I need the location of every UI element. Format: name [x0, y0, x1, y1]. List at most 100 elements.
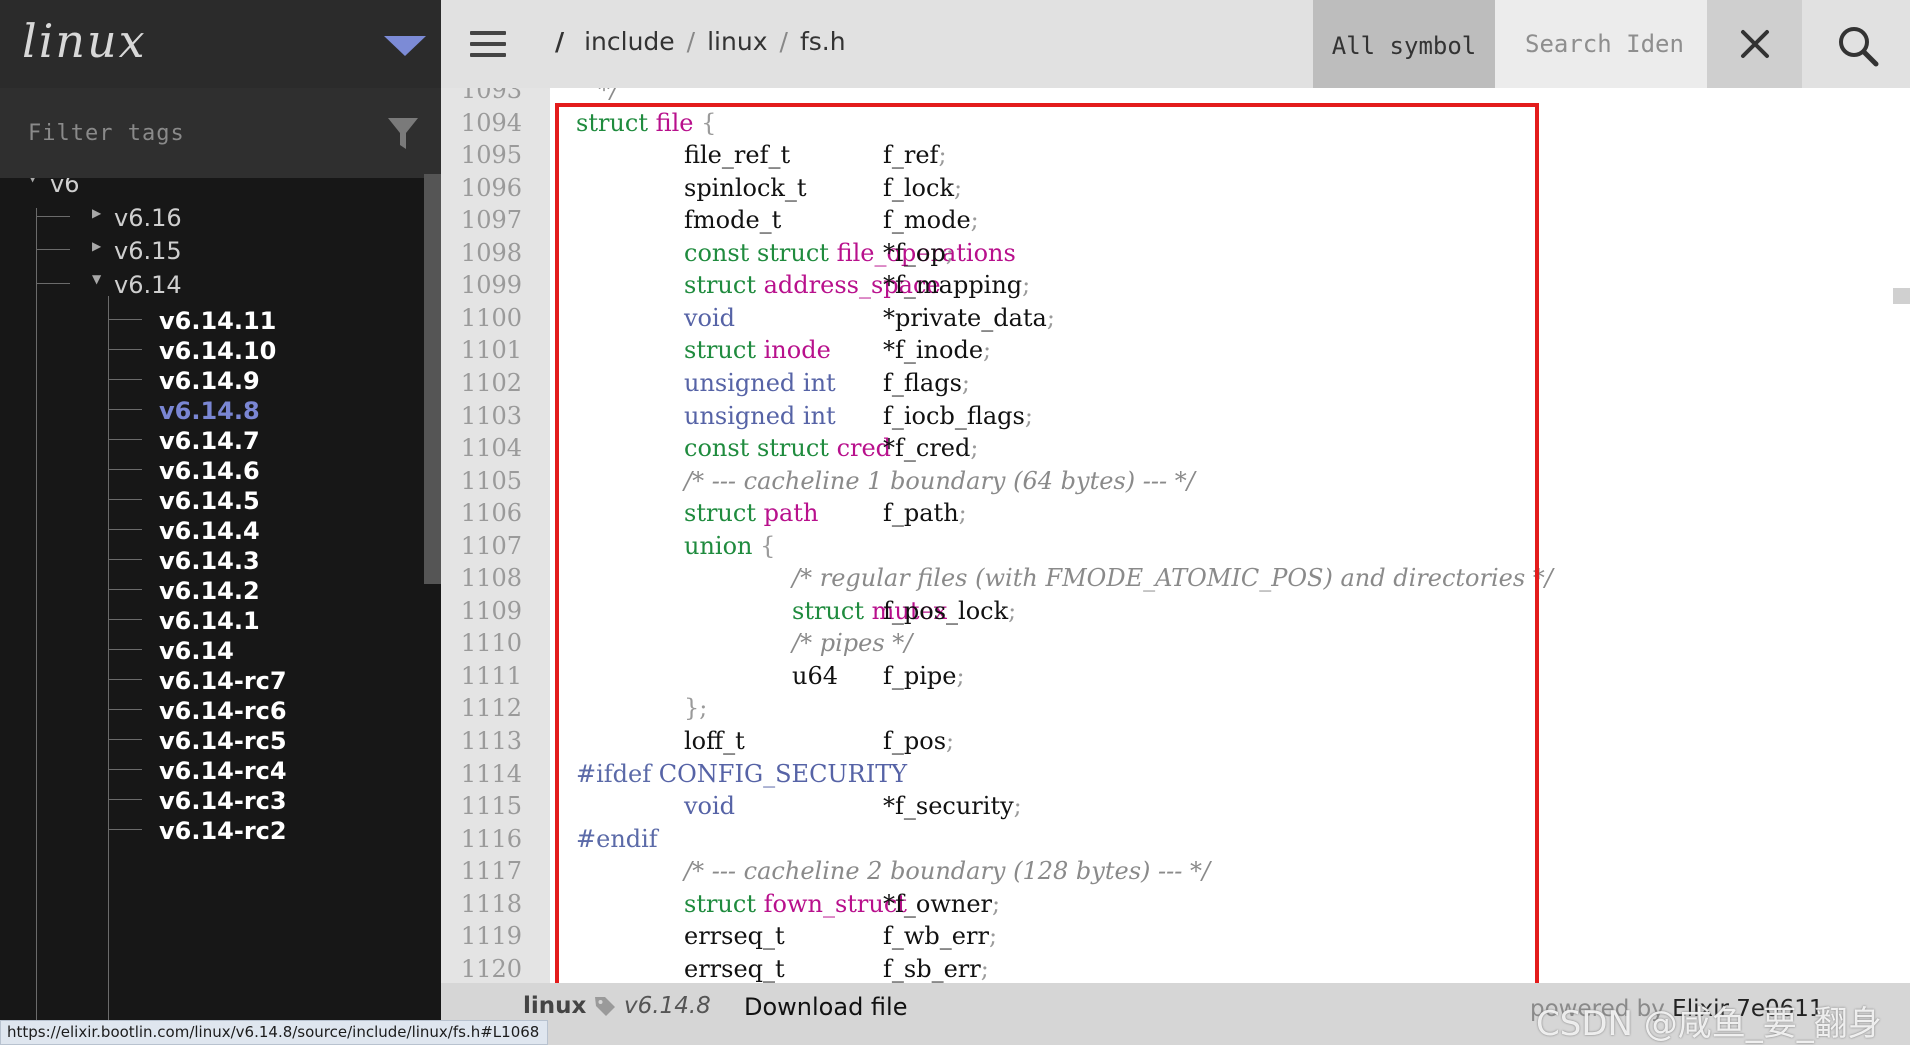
breadcrumb-item[interactable]: fs.h — [800, 27, 846, 56]
line-number[interactable]: 1116 — [441, 823, 522, 855]
line-number[interactable]: 1093 — [441, 88, 522, 106]
code-scrollbar-thumb[interactable] — [1893, 288, 1910, 304]
line-number[interactable]: 1095 — [441, 139, 522, 171]
tree-node-version[interactable]: v6.14.11 — [159, 309, 276, 333]
tree-node-version[interactable]: v6.14.9 — [159, 369, 260, 393]
tree-node-version[interactable]: v6.14-rc5 — [159, 729, 287, 753]
tree-node-version[interactable]: v6.14.1 — [159, 609, 260, 633]
code-line: 1118 struct fown_struct *f_owner; — [441, 888, 1893, 920]
line-number[interactable]: 1117 — [441, 855, 522, 887]
line-number[interactable]: 1105 — [441, 465, 522, 497]
expanded-caret-icon[interactable]: ▼ — [92, 272, 101, 286]
project-logo[interactable]: linux — [22, 14, 147, 68]
line-number[interactable]: 1101 — [441, 334, 522, 366]
tree-node-version[interactable]: v6.14.8 — [159, 399, 260, 423]
line-number[interactable]: 1103 — [441, 400, 522, 432]
line-number[interactable]: 1108 — [441, 562, 522, 594]
code-type: spinlock_t — [684, 173, 807, 202]
clear-search-button[interactable] — [1707, 0, 1802, 88]
tree-node-version[interactable]: v6.14.10 — [159, 339, 276, 363]
breadcrumb-item[interactable]: include — [584, 27, 675, 56]
filter-tags-input[interactable] — [0, 88, 370, 178]
field-identifier: *f_owner — [883, 889, 993, 918]
expanded-caret-icon[interactable]: ▼ — [28, 178, 37, 184]
line-number[interactable]: 1119 — [441, 920, 522, 952]
collapsed-caret-icon[interactable]: ▶ — [92, 206, 101, 220]
tree-node-version[interactable]: v6.14-rc4 — [159, 759, 287, 783]
sidebar-scrollbar-thumb[interactable] — [424, 174, 441, 584]
tree-node-version[interactable]: v6.14.7 — [159, 429, 260, 453]
tree-node-group[interactable]: v6.15 — [114, 239, 182, 263]
line-number[interactable]: 1106 — [441, 497, 522, 529]
line-number[interactable]: 1114 — [441, 758, 522, 790]
tree-node-version[interactable]: v6.14-rc2 — [159, 819, 287, 843]
hamburger-menu-icon[interactable] — [470, 31, 506, 57]
line-number[interactable]: 1100 — [441, 302, 522, 334]
line-number[interactable]: 1112 — [441, 692, 522, 724]
download-file-link[interactable]: Download file — [744, 993, 907, 1021]
tree-node-version[interactable]: v6.14-rc6 — [159, 699, 287, 723]
line-number[interactable]: 1109 — [441, 595, 522, 627]
field-identifier: f_sb_err — [883, 954, 981, 983]
code-identifier-link[interactable]: path — [764, 499, 819, 527]
code-keyword: union — [684, 531, 753, 560]
struct-field-name: f_sb_err; — [883, 954, 989, 983]
code-identifier-link[interactable]: inode — [764, 336, 831, 364]
tree-node-version[interactable]: v6.14-rc3 — [159, 789, 287, 813]
line-number[interactable]: 1107 — [441, 530, 522, 562]
breadcrumb-item[interactable]: linux — [707, 27, 767, 56]
code-text: /* --- cacheline 2 boundary (128 bytes) … — [684, 855, 1210, 887]
tree-node-version[interactable]: v6.14.3 — [159, 549, 260, 573]
search-button[interactable] — [1802, 0, 1910, 88]
tree-node-version[interactable]: v6.14.2 — [159, 579, 260, 603]
code-text: const struct cred — [684, 432, 891, 464]
search-type-select[interactable]: All symbol — [1313, 0, 1495, 88]
tree-node-group[interactable]: v6.16 — [114, 206, 182, 230]
line-number[interactable]: 1099 — [441, 269, 522, 301]
code-line: 1094 struct file { — [441, 107, 1893, 139]
tree-node-v6[interactable]: v6 — [50, 178, 79, 196]
filter-tags-row — [0, 88, 441, 178]
field-identifier: *f_security — [883, 792, 1014, 821]
tree-node-version[interactable]: v6.14-rc7 — [159, 669, 287, 693]
line-number[interactable]: 1102 — [441, 367, 522, 399]
line-number[interactable]: 1097 — [441, 204, 522, 236]
code-text: /* regular files (with FMODE_ATOMIC_POS)… — [792, 562, 1553, 594]
code-builtin-type: void — [684, 792, 736, 821]
breadcrumb-root[interactable]: / — [555, 27, 564, 56]
search-identifier-input[interactable] — [1495, 0, 1707, 88]
filter-icon[interactable] — [386, 116, 420, 152]
line-number[interactable]: 1094 — [441, 107, 522, 139]
tree-node-version[interactable]: v6.14 — [159, 639, 234, 663]
line-number[interactable]: 1115 — [441, 790, 522, 822]
tree-node-version[interactable]: v6.14.6 — [159, 459, 260, 483]
tree-node-version[interactable]: v6.14.4 — [159, 519, 260, 543]
version-tree: ▼ v6 ▶ v6.16 ▶ v6.15 ▼ v6.14 v6.14.11 v6.… — [0, 178, 424, 1028]
line-number[interactable]: 1104 — [441, 432, 522, 464]
collapsed-caret-icon[interactable]: ▶ — [92, 239, 101, 253]
line-number[interactable]: 1118 — [441, 888, 522, 920]
sidebar: linux ▼ v6 ▶ v6.16 ▶ v6.15 ▼ v6.14 v6.14… — [0, 0, 441, 1045]
code-text: const struct file_operations — [684, 237, 1016, 269]
code-text: fmode_t — [684, 204, 781, 236]
line-number[interactable]: 1111 — [441, 660, 522, 692]
line-number[interactable]: 1110 — [441, 627, 522, 659]
line-number[interactable]: 1120 — [441, 953, 522, 983]
project-dropdown-icon[interactable] — [384, 36, 426, 56]
code-type: errseq_t — [684, 922, 785, 951]
code-text: spinlock_t — [684, 172, 807, 204]
tree-node-group[interactable]: v6.14 — [114, 273, 182, 297]
line-number[interactable]: 1113 — [441, 725, 522, 757]
struct-field-name: f_flags; — [883, 368, 970, 397]
field-identifier: f_wb_err — [883, 922, 989, 951]
line-number[interactable]: 1098 — [441, 237, 522, 269]
code-text: struct fown_struct — [684, 888, 907, 920]
field-identifier: f_path — [883, 499, 959, 528]
code-builtin-type: unsigned int — [684, 368, 836, 397]
tree-node-version[interactable]: v6.14.5 — [159, 489, 260, 513]
field-identifier: f_mode — [883, 206, 971, 235]
code-type: u64 — [792, 661, 838, 690]
line-number[interactable]: 1096 — [441, 172, 522, 204]
code-identifier-link[interactable]: file — [656, 109, 694, 137]
code-line: 1100 void *private_data; — [441, 302, 1893, 334]
